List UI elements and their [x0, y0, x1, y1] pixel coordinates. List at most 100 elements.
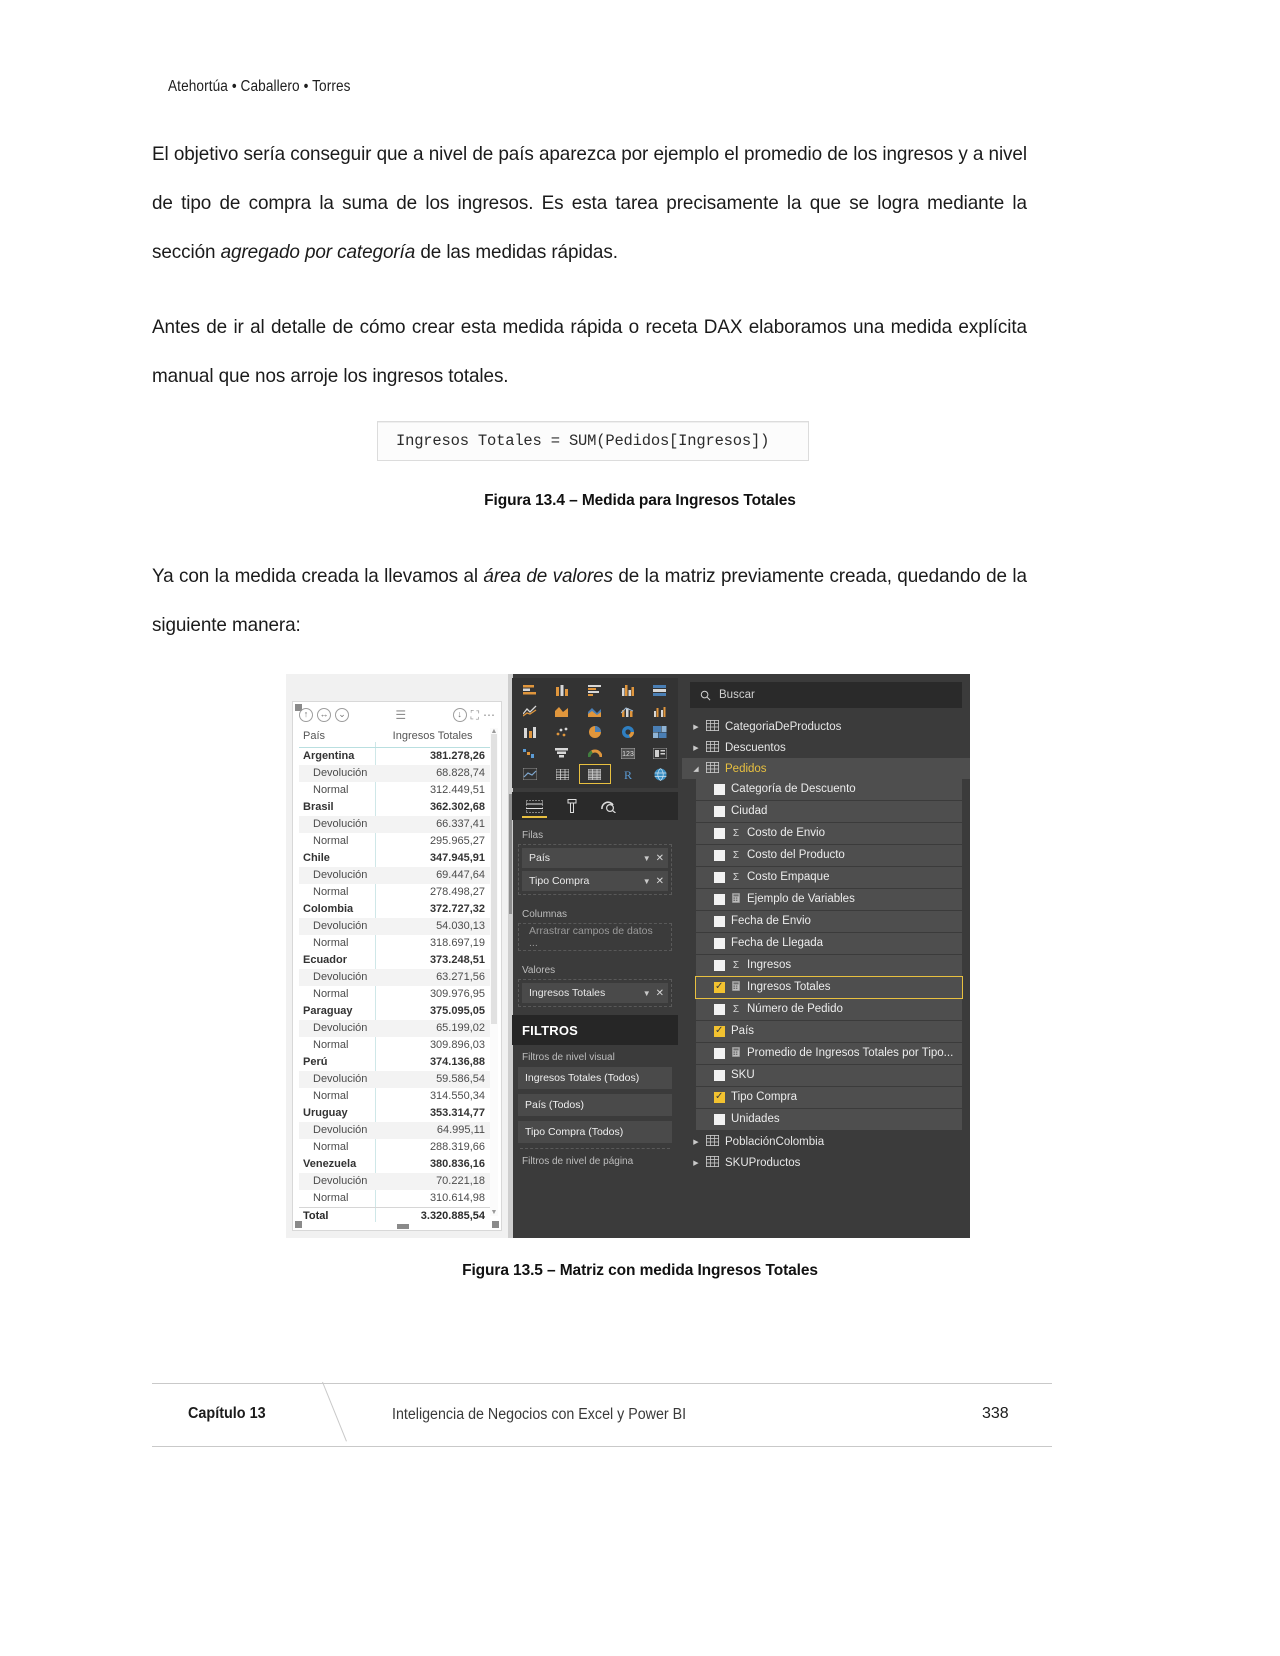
- fields-table-pedidos[interactable]: ◢ Pedidos: [682, 758, 970, 779]
- funnel-chart-icon[interactable]: [547, 743, 579, 763]
- line-stacked-column-icon[interactable]: [612, 701, 644, 721]
- chevron-down-icon[interactable]: ▼: [643, 854, 651, 863]
- matrix-row[interactable]: Brasil 362.302,68: [299, 799, 491, 816]
- well-dropzone-valores[interactable]: Ingresos Totales ▼ ✕: [518, 979, 672, 1007]
- chevron-right-icon[interactable]: ▶: [692, 723, 700, 731]
- clustered-bar-chart-icon[interactable]: [579, 680, 611, 700]
- matrix-row[interactable]: Normal 288.319,66: [299, 1139, 491, 1156]
- remove-field-icon[interactable]: ✕: [656, 853, 664, 864]
- field-item[interactable]: SKU: [696, 1065, 962, 1086]
- field-item[interactable]: Σ Número de Pedido: [696, 999, 962, 1020]
- field-checkbox[interactable]: [714, 959, 725, 971]
- format-paintbrush-icon[interactable]: [565, 792, 579, 820]
- treemap-icon[interactable]: [644, 722, 676, 742]
- donut-chart-icon[interactable]: [612, 722, 644, 742]
- matrix-row[interactable]: Devolución 63.271,56: [299, 969, 491, 986]
- matrix-row[interactable]: Devolución 54.030,13: [299, 918, 491, 935]
- clustered-column-chart-icon[interactable]: [612, 680, 644, 700]
- waterfall-chart-icon[interactable]: [514, 743, 546, 763]
- fields-search-box[interactable]: Buscar: [690, 682, 962, 708]
- line-chart-icon[interactable]: [514, 701, 546, 721]
- chevron-right-icon[interactable]: ▶: [692, 1138, 700, 1146]
- matrix-row[interactable]: Devolución 59.586,54: [299, 1071, 491, 1088]
- field-item[interactable]: Promedio de Ingresos Totales por Tipo...: [696, 1043, 962, 1064]
- matrix-row[interactable]: Perú 374.136,88: [299, 1054, 491, 1071]
- matrix-icon[interactable]: [579, 764, 611, 784]
- r-script-visual-icon[interactable]: R: [612, 764, 644, 784]
- chevron-right-icon[interactable]: ▶: [692, 1159, 700, 1167]
- field-item[interactable]: País: [696, 1021, 962, 1042]
- fields-table-categoriadeproductos[interactable]: ▶ CategoriaDeProductos: [682, 716, 970, 737]
- matrix-col-ingresos-totales[interactable]: Ingresos Totales: [384, 728, 491, 748]
- fields-table-descuentos[interactable]: ▶ Descuentos: [682, 737, 970, 758]
- matrix-row[interactable]: Normal 312.449,51: [299, 782, 491, 799]
- field-checkbox[interactable]: [714, 805, 725, 817]
- focus-mode-icon[interactable]: ⛶: [471, 709, 479, 721]
- remove-field-icon[interactable]: ✕: [656, 876, 664, 887]
- matrix-row[interactable]: Devolución 64.995,11: [299, 1122, 491, 1139]
- matrix-row[interactable]: Devolución 70.221,18: [299, 1173, 491, 1190]
- matrix-row[interactable]: Colombia 372.727,32: [299, 901, 491, 918]
- field-checkbox[interactable]: [714, 893, 725, 905]
- fields-table-skuproductos[interactable]: ▶ SKUProductos: [682, 1152, 970, 1173]
- drill-up-icon[interactable]: ↑: [299, 707, 313, 722]
- field-item[interactable]: Fecha de Envio: [696, 911, 962, 932]
- matrix-col-pais[interactable]: País: [299, 728, 385, 748]
- field-checkbox[interactable]: [714, 1113, 725, 1125]
- visual-handle-bottom-right[interactable]: [492, 1221, 499, 1228]
- matrix-row[interactable]: Normal 310.614,98: [299, 1190, 491, 1208]
- map-icon[interactable]: [644, 764, 676, 784]
- filter-card[interactable]: Tipo Compra (Todos): [518, 1121, 672, 1143]
- download-icon[interactable]: ↓: [452, 707, 467, 722]
- stacked-column-chart-icon[interactable]: [547, 680, 579, 700]
- matrix-visual[interactable]: ↑ ↔ ⌄ ☰ ↓ ⛶ ⋯ País Ingresos Totales Arge…: [292, 701, 502, 1231]
- field-item[interactable]: Categoría de Descuento: [696, 779, 962, 800]
- field-item[interactable]: Σ Costo Empaque: [696, 867, 962, 888]
- multi-row-card-icon[interactable]: [644, 743, 676, 763]
- field-item[interactable]: Fecha de Llegada: [696, 933, 962, 954]
- field-item[interactable]: Ejemplo de Variables: [696, 889, 962, 910]
- expand-all-icon[interactable]: ↔: [317, 707, 331, 722]
- field-item[interactable]: Ciudad: [696, 801, 962, 822]
- filter-menu-icon[interactable]: ☰: [395, 709, 406, 721]
- field-checkbox[interactable]: [714, 871, 725, 883]
- field-checkbox[interactable]: [714, 937, 725, 949]
- matrix-scrollbar[interactable]: ▲ ▼: [490, 728, 498, 1216]
- matrix-row[interactable]: Devolución 68.828,74: [299, 765, 491, 782]
- matrix-row[interactable]: Normal 295.965,27: [299, 833, 491, 850]
- field-item[interactable]: Ingresos Totales: [695, 976, 963, 999]
- well-dropzone-columnas[interactable]: Arrastrar campos de datos ...: [518, 923, 672, 951]
- matrix-row[interactable]: Devolución 65.199,02: [299, 1020, 491, 1037]
- area-chart-icon[interactable]: [547, 701, 579, 721]
- field-checkbox[interactable]: [714, 1069, 725, 1081]
- field-checkbox[interactable]: [714, 1024, 725, 1037]
- filter-card[interactable]: Ingresos Totales (Todos): [518, 1067, 672, 1089]
- matrix-row[interactable]: Argentina 381.278,26: [299, 748, 491, 766]
- field-checkbox[interactable]: [714, 783, 725, 795]
- fields-table-poblacióncolombia[interactable]: ▶ PoblaciónColombia: [682, 1131, 970, 1152]
- field-checkbox[interactable]: [714, 980, 725, 993]
- scroll-down-icon[interactable]: ▼: [490, 1209, 498, 1216]
- chevron-down-icon[interactable]: ▼: [643, 989, 651, 998]
- matrix-row[interactable]: Ecuador 373.248,51: [299, 952, 491, 969]
- well-field-pill[interactable]: Ingresos Totales ▼ ✕: [522, 983, 668, 1003]
- matrix-row[interactable]: Normal 278.498,27: [299, 884, 491, 901]
- field-checkbox[interactable]: [714, 1090, 725, 1103]
- gauge-icon[interactable]: [579, 743, 611, 763]
- card-icon[interactable]: 123: [612, 743, 644, 763]
- scatter-chart-icon[interactable]: [547, 722, 579, 742]
- matrix-row[interactable]: Venezuela 380.836,16: [299, 1156, 491, 1173]
- field-item[interactable]: Σ Ingresos: [696, 955, 962, 976]
- field-checkbox[interactable]: [714, 849, 725, 861]
- matrix-row[interactable]: Devolución 69.447,64: [299, 867, 491, 884]
- field-item[interactable]: Tipo Compra: [696, 1087, 962, 1108]
- matrix-row[interactable]: Uruguay 353.314,77: [299, 1105, 491, 1122]
- chevron-right-icon[interactable]: ▶: [692, 744, 700, 752]
- matrix-row[interactable]: Paraguay 375.095,05: [299, 1003, 491, 1020]
- pie-chart-icon[interactable]: [579, 722, 611, 742]
- fields-tab-icon[interactable]: [522, 792, 547, 820]
- field-checkbox[interactable]: [714, 1003, 725, 1015]
- table-icon[interactable]: [547, 764, 579, 784]
- matrix-row[interactable]: Normal 318.697,19: [299, 935, 491, 952]
- stacked-area-chart-icon[interactable]: [579, 701, 611, 721]
